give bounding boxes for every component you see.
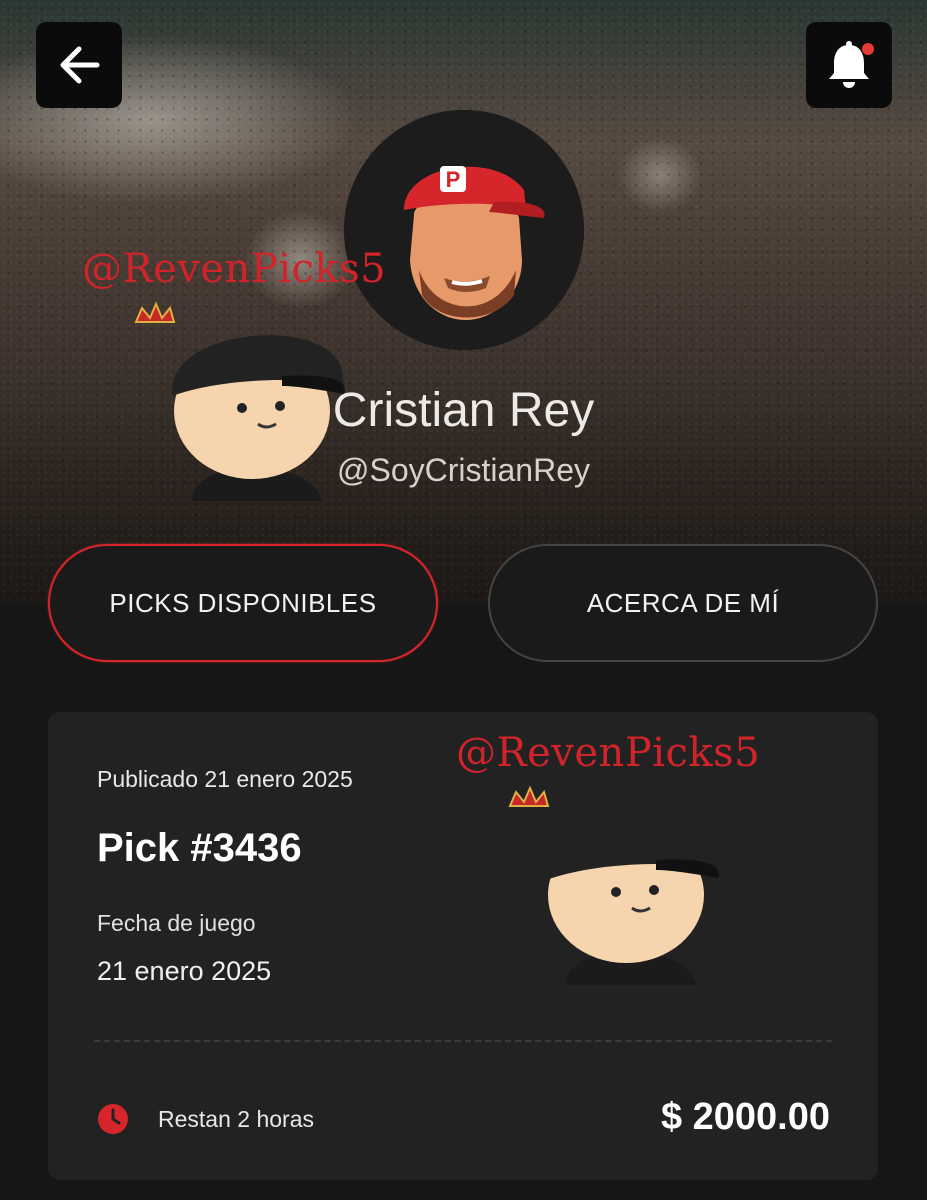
- profile-avatar: P: [344, 110, 584, 350]
- game-date-label: Fecha de juego: [97, 910, 256, 936]
- svg-text:P: P: [446, 167, 461, 192]
- bell-icon: [829, 41, 874, 88]
- pick-title: Pick #3436: [97, 826, 302, 870]
- pick-card[interactable]: Publicado 21 enero 2025 Pick #3436 Fecha…: [48, 712, 878, 1180]
- profile-name: Cristian Rey: [332, 384, 595, 437]
- tab-acerca-de-mi[interactable]: ACERCA DE MÍ: [488, 544, 878, 662]
- card-divider: [94, 1040, 832, 1042]
- clock-icon: [98, 1104, 128, 1134]
- published-date: Publicado 21 enero 2025: [97, 766, 353, 792]
- notifications-button[interactable]: [806, 22, 892, 108]
- tab-picks-disponibles[interactable]: PICKS DISPONIBLES: [48, 544, 438, 662]
- arrow-left-icon: [60, 46, 100, 84]
- watermark-mascot: [506, 770, 721, 990]
- game-date-value: 21 enero 2025: [97, 956, 272, 986]
- pick-price: $ 2000.00: [660, 1096, 830, 1138]
- profile-handle: @SoyCristianRey: [337, 452, 590, 488]
- time-remaining: Restan 2 horas: [158, 1106, 314, 1132]
- back-button[interactable]: [36, 22, 122, 108]
- notification-dot: [862, 43, 874, 55]
- avatar-illustration: P: [344, 110, 584, 350]
